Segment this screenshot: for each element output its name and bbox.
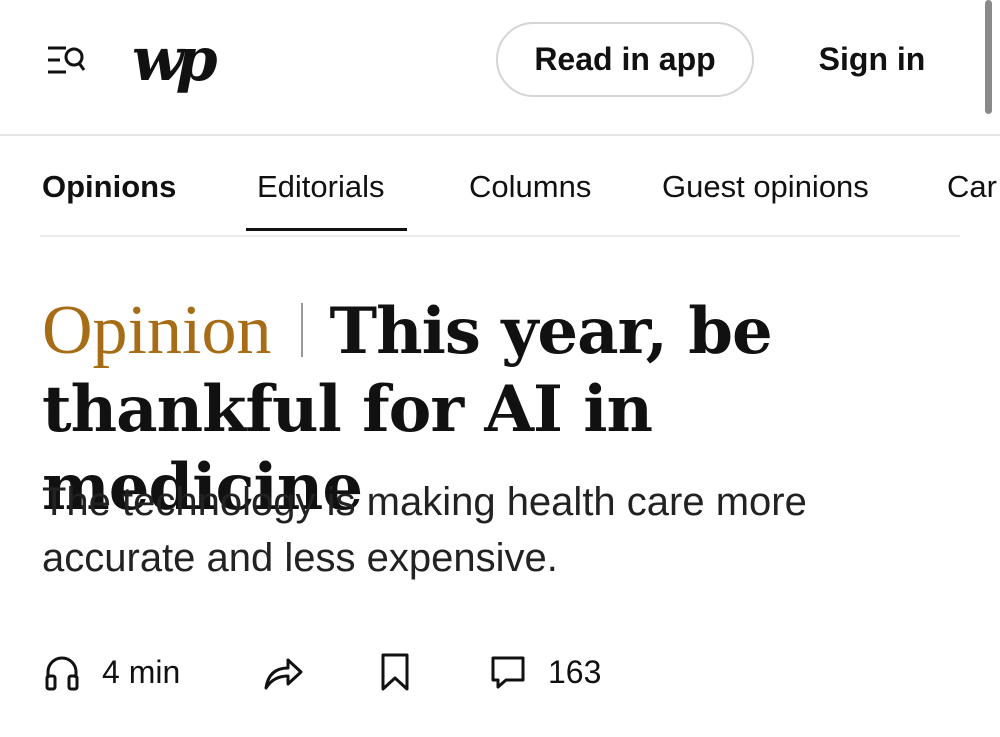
- nav-divider: [40, 235, 960, 237]
- menu-search-button[interactable]: [44, 42, 88, 82]
- scrollbar[interactable]: [985, 0, 992, 114]
- kicker-separator: [301, 303, 304, 357]
- listen-button[interactable]: 4 min: [44, 648, 180, 696]
- share-button[interactable]: [262, 648, 304, 696]
- opinion-kicker[interactable]: Opinion: [42, 292, 271, 369]
- nav-item-columns[interactable]: Columns: [469, 169, 591, 231]
- save-button[interactable]: [380, 648, 410, 696]
- headphones-icon: [45, 656, 79, 691]
- nav-item-editorials[interactable]: Editorials: [257, 169, 385, 231]
- top-header: wp Read in app Sign in: [0, 0, 1000, 136]
- comments-count: 163: [548, 653, 602, 690]
- section-nav: Opinions Editorials Columns Guest opinio…: [0, 137, 1000, 237]
- comments-button[interactable]: 163: [490, 648, 601, 696]
- menu-search-icon: [48, 46, 86, 74]
- sign-in-button[interactable]: Sign in: [808, 22, 936, 97]
- nav-active-underline: [246, 228, 407, 231]
- nav-item-guest-opinions[interactable]: Guest opinions: [662, 169, 869, 231]
- article-dek: The technology is making health care mor…: [42, 480, 807, 580]
- nav-item-opinions[interactable]: Opinions: [42, 169, 176, 231]
- bookmark-icon: [381, 653, 409, 691]
- comment-icon: [491, 656, 525, 689]
- listen-duration: 4 min: [102, 653, 181, 690]
- page: wp Read in app Sign in Opinions Editoria…: [0, 0, 1000, 737]
- site-logo[interactable]: wp: [132, 22, 218, 98]
- article-toolbar: 4 min 163: [0, 640, 1000, 704]
- share-icon: [264, 658, 303, 690]
- read-in-app-button[interactable]: Read in app: [496, 22, 754, 97]
- nav-item-car[interactable]: Car: [947, 169, 997, 231]
